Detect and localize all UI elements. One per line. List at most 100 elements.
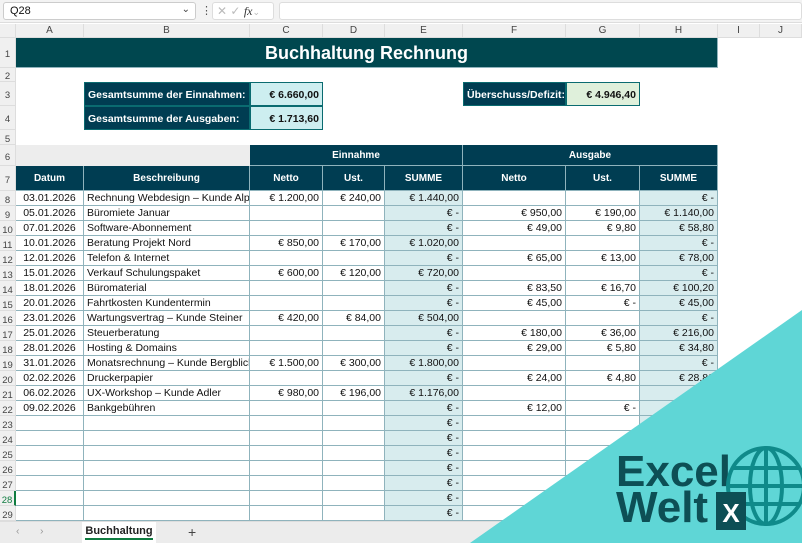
table-cell[interactable] [250, 401, 323, 416]
column-header-D[interactable]: D [323, 24, 385, 38]
table-cell[interactable] [84, 461, 250, 476]
table-cell[interactable] [463, 311, 566, 326]
confirm-icon[interactable]: ✓ [230, 4, 240, 18]
table-cell[interactable] [250, 281, 323, 296]
chevron-down-icon[interactable]: ⌄ [182, 4, 190, 15]
table-cell[interactable]: € 45,00 [640, 296, 718, 311]
table-cell[interactable] [640, 401, 718, 416]
cancel-icon[interactable]: ✕ [217, 4, 227, 18]
table-cell[interactable] [323, 431, 385, 446]
table-cell[interactable] [250, 251, 323, 266]
table-cell[interactable] [463, 506, 566, 521]
table-cell[interactable]: € 1.176,00 [385, 386, 463, 401]
table-cell[interactable] [323, 461, 385, 476]
table-cell[interactable] [250, 206, 323, 221]
table-cell[interactable]: € 45,00 [463, 296, 566, 311]
row-header-16[interactable]: 16 [0, 311, 16, 326]
column-header-I[interactable]: I [718, 24, 760, 38]
table-cell[interactable]: € 1.020,00 [385, 236, 463, 251]
table-cell[interactable]: 20.01.2026 [16, 296, 84, 311]
row-header-24[interactable]: 24 [0, 431, 16, 446]
row-header-6[interactable]: 6 [0, 145, 16, 166]
table-cell[interactable]: € 1.800,00 [385, 356, 463, 371]
table-cell[interactable]: € - [385, 251, 463, 266]
row-header-5[interactable]: 5 [0, 130, 16, 145]
table-cell[interactable]: € - [385, 506, 463, 521]
table-cell[interactable]: € - [640, 356, 718, 371]
table-cell[interactable] [250, 296, 323, 311]
table-cell[interactable] [640, 431, 718, 446]
column-header-F[interactable]: F [463, 24, 566, 38]
sheet-tab-buchhaltung[interactable]: Buchhaltung [82, 522, 156, 543]
row-header-17[interactable]: 17 [0, 326, 16, 341]
table-cell[interactable] [566, 416, 640, 431]
row-header-1[interactable]: 1 [0, 38, 16, 68]
table-cell[interactable]: € 950,00 [463, 206, 566, 221]
table-cell[interactable] [250, 446, 323, 461]
table-cell[interactable]: € 34,80 [640, 341, 718, 356]
table-cell[interactable]: € 504,00 [385, 311, 463, 326]
table-cell[interactable]: € 1.440,00 [385, 191, 463, 206]
table-cell[interactable] [323, 446, 385, 461]
table-cell[interactable]: € 83,50 [463, 281, 566, 296]
table-cell[interactable]: € 300,00 [323, 356, 385, 371]
table-cell[interactable] [566, 476, 640, 491]
table-cell[interactable] [250, 476, 323, 491]
table-cell[interactable]: € 196,00 [323, 386, 385, 401]
table-cell[interactable]: 25.01.2026 [16, 326, 84, 341]
table-cell[interactable]: € 600,00 [250, 266, 323, 281]
table-cell[interactable] [463, 236, 566, 251]
table-cell[interactable]: € - [640, 266, 718, 281]
row-header-29[interactable]: 29 [0, 506, 16, 521]
table-cell[interactable]: € 13,00 [566, 251, 640, 266]
table-cell[interactable] [640, 491, 718, 506]
row-header-21[interactable]: 21 [0, 386, 16, 401]
table-cell[interactable]: 03.01.2026 [16, 191, 84, 206]
table-cell[interactable]: Bankgebühren [84, 401, 250, 416]
table-cell[interactable]: UX-Workshop – Kunde Adler [84, 386, 250, 401]
row-header-28[interactable]: 28 [0, 491, 16, 506]
table-cell[interactable]: 28.01.2026 [16, 341, 84, 356]
table-cell[interactable]: € 4,80 [566, 371, 640, 386]
table-cell[interactable]: € - [385, 206, 463, 221]
table-cell[interactable]: Verkauf Schulungspaket [84, 266, 250, 281]
table-cell[interactable]: € 5,80 [566, 341, 640, 356]
table-cell[interactable]: € - [385, 401, 463, 416]
table-cell[interactable]: € 180,00 [463, 326, 566, 341]
table-cell[interactable] [463, 386, 566, 401]
row-header-23[interactable]: 23 [0, 416, 16, 431]
prev-sheet-icon[interactable]: ‹ [16, 525, 20, 537]
table-cell[interactable]: Druckerpapier [84, 371, 250, 386]
table-cell[interactable]: € - [640, 236, 718, 251]
table-cell[interactable] [463, 356, 566, 371]
row-header-13[interactable]: 13 [0, 266, 16, 281]
row-header-12[interactable]: 12 [0, 251, 16, 266]
table-cell[interactable]: € - [385, 431, 463, 446]
table-cell[interactable]: 23.01.2026 [16, 311, 84, 326]
table-cell[interactable]: € 16,70 [566, 281, 640, 296]
table-cell[interactable]: € 36,00 [566, 326, 640, 341]
row-header-2[interactable]: 2 [0, 68, 16, 82]
table-cell[interactable]: 07.01.2026 [16, 221, 84, 236]
table-cell[interactable]: € 12,00 [463, 401, 566, 416]
table-cell[interactable] [84, 476, 250, 491]
row-header-10[interactable]: 10 [0, 221, 16, 236]
table-cell[interactable]: € - [640, 311, 718, 326]
row-header-4[interactable]: 4 [0, 106, 16, 130]
add-sheet-button[interactable]: + [188, 524, 196, 540]
table-cell[interactable]: € 120,00 [323, 266, 385, 281]
table-cell[interactable] [250, 431, 323, 446]
table-cell[interactable]: € - [385, 326, 463, 341]
table-cell[interactable] [566, 446, 640, 461]
column-header-B[interactable]: B [84, 24, 250, 38]
row-header-8[interactable]: 8 [0, 191, 16, 206]
table-cell[interactable] [566, 266, 640, 281]
table-cell[interactable]: € 216,00 [640, 326, 718, 341]
chevron-down-icon[interactable]: ⌄ [252, 7, 260, 17]
row-header-15[interactable]: 15 [0, 296, 16, 311]
table-cell[interactable] [323, 206, 385, 221]
table-cell[interactable] [84, 506, 250, 521]
table-cell[interactable] [16, 476, 84, 491]
table-cell[interactable]: Steuerberatung [84, 326, 250, 341]
table-cell[interactable] [463, 491, 566, 506]
